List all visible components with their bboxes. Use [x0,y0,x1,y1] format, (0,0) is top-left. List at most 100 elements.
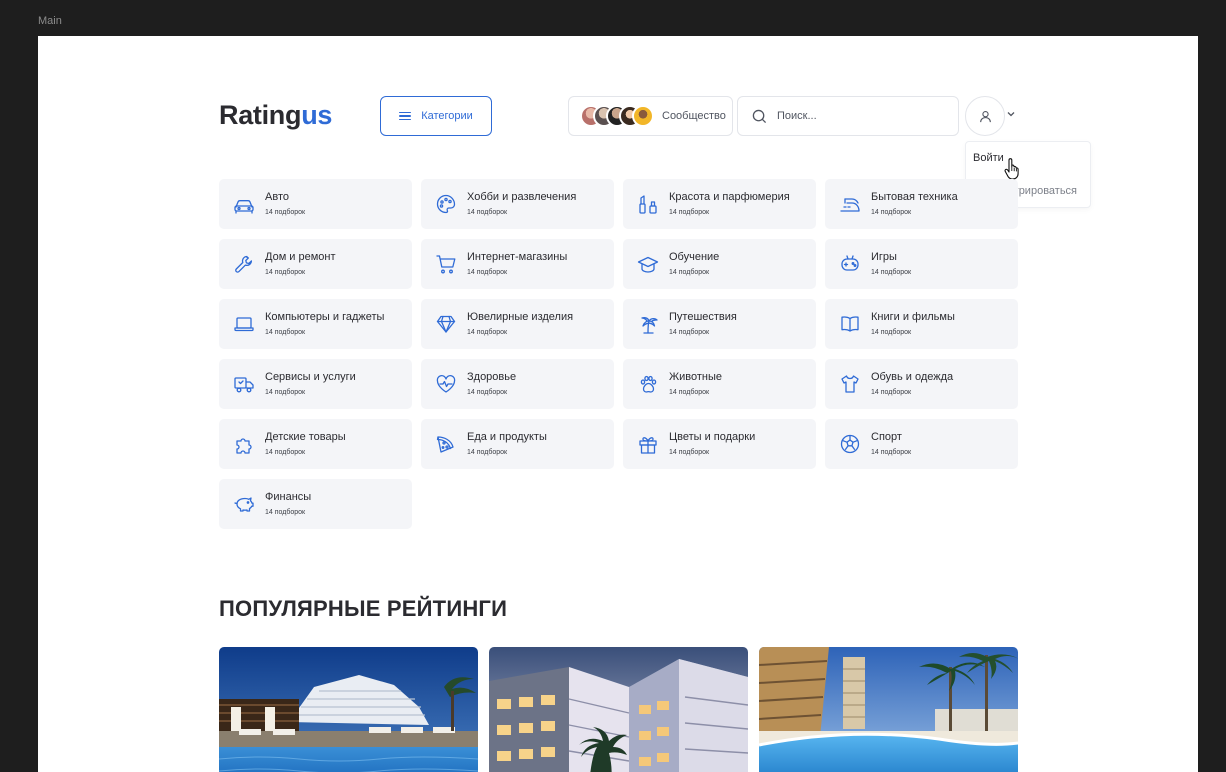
category-name: Красота и парфюмерия [669,191,790,203]
truck-icon [233,373,255,395]
category-card[interactable]: Интернет-магазины 14 подборок [421,239,614,289]
category-name: Еда и продукты [467,431,547,443]
category-name: Спорт [871,431,902,443]
palette-icon [435,193,457,215]
category-card[interactable]: Сервисы и услуги 14 подборок [219,359,412,409]
category-name: Книги и фильмы [871,311,955,323]
cart-icon [435,253,457,275]
page-canvas: Ratingus Категории Сообщество Войти Заре… [38,36,1198,772]
category-card[interactable]: Путешествия 14 подборок [623,299,816,349]
search-icon [752,109,767,123]
category-count: 14 подборок [265,209,306,216]
category-name: Финансы [265,491,312,503]
category-card[interactable]: Ювелирные изделия 14 подборок [421,299,614,349]
category-name: Цветы и подарки [669,431,756,443]
pizza-icon [435,433,457,455]
category-name: Авто [265,191,289,203]
category-count: 14 подборок [467,329,508,336]
category-card[interactable]: Компьютеры и гаджеты 14 подборок [219,299,412,349]
category-card[interactable]: Финансы 14 подборок [219,479,412,529]
category-count: 14 подборок [467,209,508,216]
popular-ratings-list [219,647,1018,772]
heart-pulse-icon [435,373,457,395]
category-name: Путешествия [669,311,737,323]
category-card[interactable]: Животные 14 подборок [623,359,816,409]
category-count: 14 подборок [669,389,710,396]
category-card[interactable]: Дом и ремонт 14 подборок [219,239,412,289]
categories-button-label: Категории [421,110,473,122]
category-count: 14 подборок [265,329,306,336]
hotel-pool-image [219,647,478,772]
category-name: Детские товары [265,431,346,443]
rating-card[interactable] [759,647,1018,772]
user-account-button[interactable] [965,96,1005,136]
chevron-down-icon[interactable] [1006,109,1016,119]
category-name: Компьютеры и гаджеты [265,311,385,323]
category-name: Ювелирные изделия [467,311,574,323]
search-input[interactable] [777,110,947,122]
category-name: Бытовая техника [871,191,958,203]
category-count: 14 подборок [871,269,912,276]
category-name: Здоровье [467,371,517,383]
wrench-icon [233,253,255,275]
category-count: 14 подборок [871,209,912,216]
category-card[interactable]: Хобби и развлечения 14 подборок [421,179,614,229]
laptop-icon [233,313,255,335]
cosmetics-icon [637,193,659,215]
piggy-bank-icon [233,493,255,515]
category-count: 14 подборок [265,449,306,456]
category-card[interactable]: Здоровье 14 подборок [421,359,614,409]
category-card[interactable]: Спорт 14 подборок [825,419,1018,469]
category-count: 14 подборок [467,449,508,456]
logo-text: Rating [219,100,302,130]
category-card[interactable]: Красота и парфюмерия 14 подборок [623,179,816,229]
rating-card[interactable] [219,647,478,772]
category-card[interactable]: Игры 14 подборок [825,239,1018,289]
paw-icon [637,373,659,395]
category-count: 14 подборок [467,389,508,396]
search-box[interactable] [737,96,959,136]
gift-icon [637,433,659,455]
iron-icon [839,193,861,215]
menu-icon [399,111,412,121]
community-avatars [580,105,654,127]
category-card[interactable]: Обучение 14 подборок [623,239,816,289]
category-name: Обучение [669,251,720,263]
category-count: 14 подборок [265,509,306,516]
category-count: 14 подборок [265,389,306,396]
category-card[interactable]: Еда и продукты 14 подборок [421,419,614,469]
category-card[interactable]: Цветы и подарки 14 подборок [623,419,816,469]
book-icon [839,313,861,335]
diamond-icon [435,313,457,335]
community-button[interactable]: Сообщество [568,96,733,136]
categories-button[interactable]: Категории [380,96,492,136]
rating-card[interactable] [489,647,748,772]
category-count: 14 подборок [669,269,710,276]
category-name: Хобби и развлечения [467,191,577,203]
category-name: Сервисы и услуги [265,371,356,383]
hand-cursor-icon [1004,158,1019,180]
category-name: Обувь и одежда [871,371,954,383]
category-count: 14 подборок [871,449,912,456]
car-icon [233,193,255,215]
category-count: 14 подборок [669,329,710,336]
logo[interactable]: Ratingus [219,100,332,131]
category-count: 14 подборок [669,209,710,216]
category-card[interactable]: Бытовая техника 14 подборок [825,179,1018,229]
login-menu-item[interactable]: Войти [973,152,1004,164]
category-grid: Авто 14 подборок Хобби и развлечения 14 под… [219,179,1018,529]
category-card[interactable]: Обувь и одежда 14 подборок [825,359,1018,409]
puzzle-icon [233,433,255,455]
community-label: Сообщество [662,110,726,122]
apartment-building-image [489,647,748,772]
category-name: Интернет-магазины [467,251,568,263]
category-card[interactable]: Детские товары 14 подборок [219,419,412,469]
shirt-icon [839,373,861,395]
graduation-cap-icon [637,253,659,275]
ball-icon [839,433,861,455]
category-card[interactable]: Авто 14 подборок [219,179,412,229]
category-card[interactable]: Книги и фильмы 14 подборок [825,299,1018,349]
logo-accent-text: us [301,100,333,130]
frame-label: Main [38,15,62,27]
category-count: 14 подборок [669,449,710,456]
